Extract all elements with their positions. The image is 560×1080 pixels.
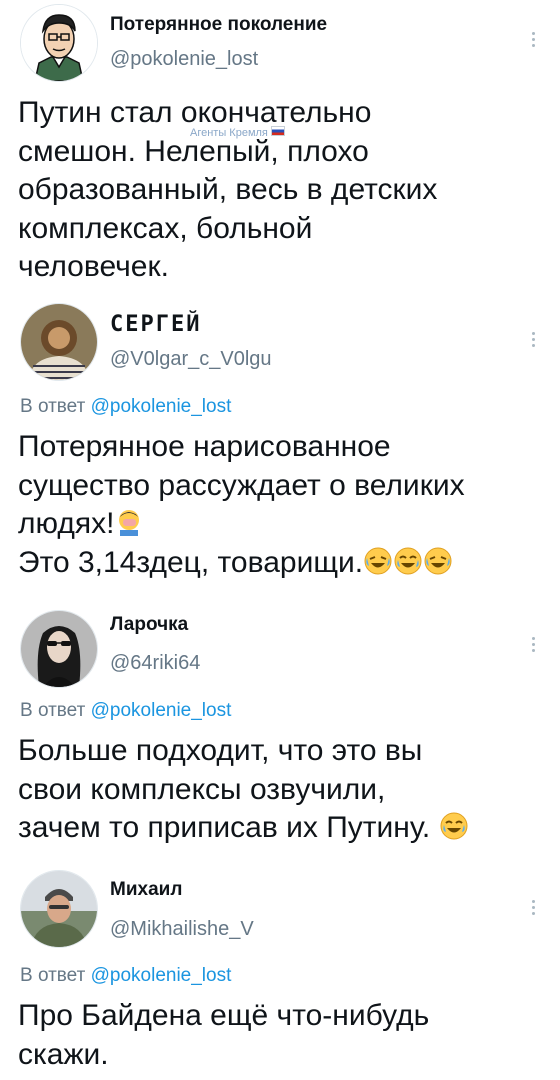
- display-name[interactable]: СЕРГЕЙ: [110, 312, 201, 337]
- text-line: Про Байдена ещё что-нибудь: [18, 999, 430, 1032]
- text-line: комплексах, больной: [18, 211, 313, 245]
- tweet-text: Про Байдена ещё что-нибудь скажи.: [18, 997, 542, 1074]
- reply-mention-link[interactable]: @pokolenie_lost: [91, 700, 232, 721]
- avatar[interactable]: [20, 610, 98, 688]
- photo-avatar-icon: [21, 304, 97, 380]
- reply-prefix: В ответ: [20, 965, 86, 986]
- reply-mention-link[interactable]: @pokolenie_lost: [91, 965, 232, 986]
- tweet-text: Больше подходит, что это вы свои комплек…: [18, 732, 542, 848]
- text-line: смешон. Нелепый, плохо: [18, 134, 369, 168]
- tweet-text: Путин стал окончательно смешон. Нелепый,…: [18, 94, 542, 287]
- tweet-text: Потерянное нарисованное существо рассужд…: [18, 428, 542, 582]
- text-line: скажи.: [18, 1037, 109, 1071]
- more-options-icon[interactable]: [530, 32, 536, 47]
- rofl-emoji-icon: [364, 547, 392, 574]
- more-options-icon[interactable]: [530, 332, 536, 347]
- user-handle[interactable]: @pokolenie_lost: [110, 48, 258, 71]
- text-line: Больше подходит, что это вы: [18, 734, 423, 767]
- avatar[interactable]: [20, 870, 98, 948]
- photo-avatar-icon: [21, 611, 97, 687]
- text-segment: Это 3,14здец, товарищи.: [18, 545, 364, 579]
- text-line: человечек.: [18, 250, 169, 283]
- photo-avatar-icon: [21, 871, 97, 947]
- display-name[interactable]: Ларочка: [110, 614, 188, 636]
- display-name[interactable]: Потерянное поколение: [110, 14, 327, 36]
- text-line: зачем то приписав их Путину.: [18, 809, 542, 848]
- user-handle[interactable]: @V0lgar_c_V0lgu: [110, 348, 272, 371]
- reply-context: В ответ @pokolenie_lost: [20, 965, 231, 987]
- user-handle[interactable]: @64riki64: [110, 652, 200, 675]
- cartoon-avatar-icon: [21, 5, 97, 81]
- avatar[interactable]: [20, 4, 98, 82]
- text-segment: людях!: [18, 507, 115, 540]
- text-line: существо рассуждает о великих: [18, 468, 465, 502]
- text-line: Это 3,14здец, товарищи.: [18, 544, 542, 583]
- reply-prefix: В ответ: [20, 700, 86, 721]
- reply-prefix: В ответ: [20, 396, 86, 417]
- joy-emoji-icon: [440, 812, 468, 840]
- joy-emoji-icon: [394, 547, 422, 574]
- more-options-icon[interactable]: [530, 637, 536, 652]
- reply-context: В ответ @pokolenie_lost: [20, 396, 231, 418]
- rofl-emoji-icon: [424, 547, 452, 574]
- user-handle[interactable]: @Mikhailishe_V: [110, 918, 254, 941]
- text-line: Путин стал окончательно: [18, 96, 372, 129]
- text-line: людях!: [18, 505, 542, 544]
- display-name[interactable]: Михаил: [110, 879, 182, 901]
- avatar[interactable]: [20, 303, 98, 381]
- reply-context: В ответ @pokolenie_lost: [20, 700, 231, 722]
- facepalm-emoji-icon: [119, 510, 140, 536]
- text-line: образованный, весь в детских: [18, 173, 438, 206]
- text-line: Потерянное нарисованное: [18, 430, 391, 463]
- text-segment: зачем то приписав их Путину.: [18, 811, 431, 844]
- reply-mention-link[interactable]: @pokolenie_lost: [91, 396, 232, 417]
- more-options-icon[interactable]: [530, 900, 536, 915]
- text-line: свои комплексы озвучили,: [18, 772, 386, 806]
